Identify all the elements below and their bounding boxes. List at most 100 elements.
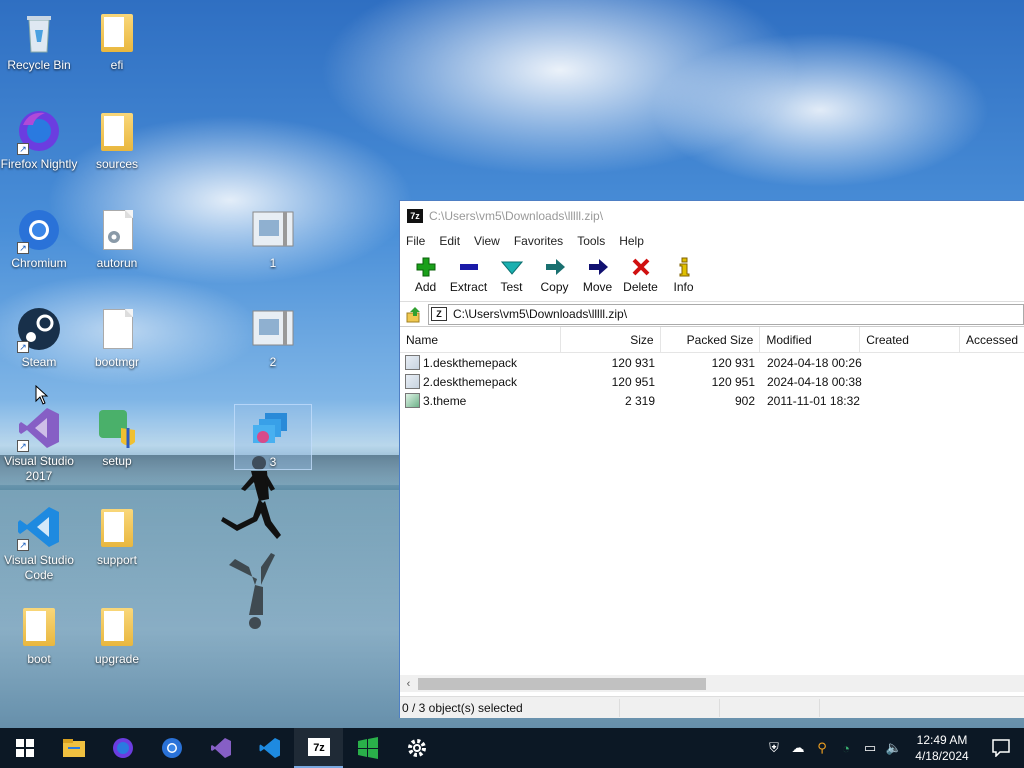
firefox-nightly-icon: ↗	[15, 107, 63, 155]
desktop-icon-label: Chromium	[11, 256, 67, 270]
mouse-cursor-icon	[35, 385, 49, 405]
menu-edit[interactable]: Edit	[439, 234, 460, 248]
move-button[interactable]: Move	[576, 252, 619, 294]
search-icon[interactable]: ⚲	[810, 740, 834, 756]
taskbar-7zip[interactable]: 7z	[294, 728, 343, 768]
start-button[interactable]	[0, 728, 49, 768]
visual-studio-icon: ↗	[15, 404, 63, 452]
column-modified[interactable]: Modified	[760, 326, 861, 353]
column-name[interactable]: Name	[400, 326, 561, 353]
file-icon	[93, 305, 141, 353]
desktop-icon-recycle-bin[interactable]: Recycle Bin	[0, 8, 78, 73]
menu-view[interactable]: View	[474, 234, 500, 248]
volume-muted-icon[interactable]: 🔈	[882, 740, 906, 756]
menu-tools[interactable]: Tools	[577, 234, 605, 248]
file-row[interactable]: 2.deskthemepack 120 951 120 951 2024-04-…	[400, 372, 1024, 391]
desktop-icon-label: Visual Studio 2017	[4, 454, 74, 483]
taskbar-firefox-nightly[interactable]	[98, 728, 147, 768]
desktop-icon-3[interactable]: 3	[234, 404, 312, 470]
menu-file[interactable]: File	[406, 234, 425, 248]
desktop-icon-label: autorun	[96, 256, 138, 270]
file-explorer-icon	[62, 739, 85, 757]
desktop-icon-setup[interactable]: setup	[78, 404, 156, 469]
desktop-icon-boot[interactable]: boot	[0, 602, 78, 667]
file-packed-size: 902	[734, 393, 755, 408]
folder-icon	[93, 602, 141, 650]
test-icon	[500, 261, 523, 275]
desktop-icon-efi[interactable]: efi	[78, 8, 156, 73]
desktop-icon-upgrade[interactable]: upgrade	[78, 602, 156, 667]
desktop-icon-label: 1	[269, 256, 277, 270]
desktop-icon-label: setup	[102, 454, 132, 468]
file-name: 2.deskthemepack	[423, 374, 518, 389]
copy-button-label: Copy	[540, 280, 569, 294]
test-button-label: Test	[500, 280, 523, 294]
desktop-icon-chromium[interactable]: ↗ Chromium	[0, 206, 78, 271]
extract-icon	[459, 264, 478, 270]
delete-icon	[632, 258, 649, 276]
delete-button[interactable]: Delete	[619, 252, 662, 294]
desktop-icon-visual-studio-2017[interactable]: ↗ Visual Studio 2017	[0, 404, 78, 484]
column-created[interactable]: Created	[860, 326, 961, 353]
edge-icon[interactable]: ◔	[834, 741, 858, 756]
file-row[interactable]: 3.theme 2 319 902 2011-11-01 18:32	[400, 391, 1024, 410]
windows-security-icon[interactable]: ⛨	[762, 740, 786, 756]
network-icon[interactable]: ▭	[858, 740, 882, 756]
taskbar-clock[interactable]: 12:49 AM 4/18/2024	[906, 732, 978, 764]
window-title: C:\Users\vm5\Downloads\lllll.zip\	[429, 208, 604, 223]
desktop-icon-autorun[interactable]: autorun	[78, 206, 156, 271]
menu-help[interactable]: Help	[619, 234, 644, 248]
desktop-icon-visual-studio-code[interactable]: ↗ Visual Studio Code	[0, 503, 78, 583]
taskbar-file-explorer[interactable]	[49, 728, 98, 768]
desktop-icon-label: sources	[95, 157, 139, 171]
address-field[interactable]: Z C:\Users\vm5\Downloads\lllll.zip\	[428, 303, 1024, 325]
file-modified: 2024-04-18 00:26	[767, 355, 862, 370]
taskbar-settings[interactable]	[392, 728, 441, 768]
file-row[interactable]: 1.deskthemepack 120 931 120 931 2024-04-…	[400, 353, 1024, 372]
scroll-left-icon[interactable]: ‹	[400, 678, 417, 690]
notification-icon	[992, 739, 1010, 757]
folder-icon	[93, 8, 141, 56]
test-button[interactable]: Test	[490, 252, 533, 294]
up-folder-button[interactable]	[400, 303, 428, 325]
status-segment	[720, 698, 820, 717]
desktop-icon-steam[interactable]: ↗ Steam	[0, 305, 78, 370]
taskbar-vscode[interactable]	[245, 728, 294, 768]
extract-button[interactable]: Extract	[447, 252, 490, 294]
up-folder-icon	[406, 307, 420, 323]
vscode-icon	[259, 738, 280, 758]
extract-button-label: Extract	[449, 280, 488, 294]
file-size: 2 319	[624, 393, 655, 408]
desktop-icon-sources[interactable]: sources	[78, 107, 156, 172]
7zip-window[interactable]: 7z C:\Users\vm5\Downloads\lllll.zip\ Fil…	[399, 200, 1024, 718]
vscode-icon: ↗	[15, 503, 63, 551]
clock-time: 12:49 AM	[916, 733, 968, 747]
cloud-offline-icon[interactable]: ☁	[786, 740, 810, 756]
desktop-icon-firefox-nightly[interactable]: ↗ Firefox Nightly	[0, 107, 78, 172]
info-button[interactable]: Info	[662, 252, 705, 294]
desktop-icon-label: boot	[27, 652, 51, 666]
7zip-icon: 7z	[307, 738, 330, 756]
desktop-icon-label: Firefox Nightly	[0, 157, 78, 171]
taskbar-chromium[interactable]	[147, 728, 196, 768]
desktop-icon-2[interactable]: 2	[234, 305, 312, 370]
horizontal-scrollbar[interactable]: ‹	[400, 675, 1024, 692]
setup-icon	[357, 737, 378, 759]
desktop-icon-support[interactable]: support	[78, 503, 156, 568]
taskbar-visual-studio[interactable]	[196, 728, 245, 768]
column-accessed[interactable]: Accessed	[960, 327, 1024, 353]
file-list[interactable]: 1.deskthemepack 120 931 120 931 2024-04-…	[400, 353, 1024, 673]
scrollbar-thumb[interactable]	[418, 678, 706, 690]
notification-center-button[interactable]	[978, 739, 1024, 757]
window-titlebar[interactable]: 7z C:\Users\vm5\Downloads\lllll.zip\	[400, 201, 1024, 230]
add-button[interactable]: Add	[404, 252, 447, 294]
desktop-icon-bootmgr[interactable]: bootmgr	[78, 305, 156, 370]
copy-button[interactable]: Copy	[533, 252, 576, 294]
taskbar-setup[interactable]	[343, 728, 392, 768]
column-header: Name Size Packed Size Modified Created A…	[400, 326, 1024, 353]
column-packed-size[interactable]: Packed Size	[661, 326, 761, 353]
menu-favorites[interactable]: Favorites	[514, 234, 563, 248]
desktop-icon-label: Steam	[21, 355, 57, 369]
column-size[interactable]: Size	[561, 326, 661, 353]
desktop-icon-1[interactable]: 1	[234, 206, 312, 271]
